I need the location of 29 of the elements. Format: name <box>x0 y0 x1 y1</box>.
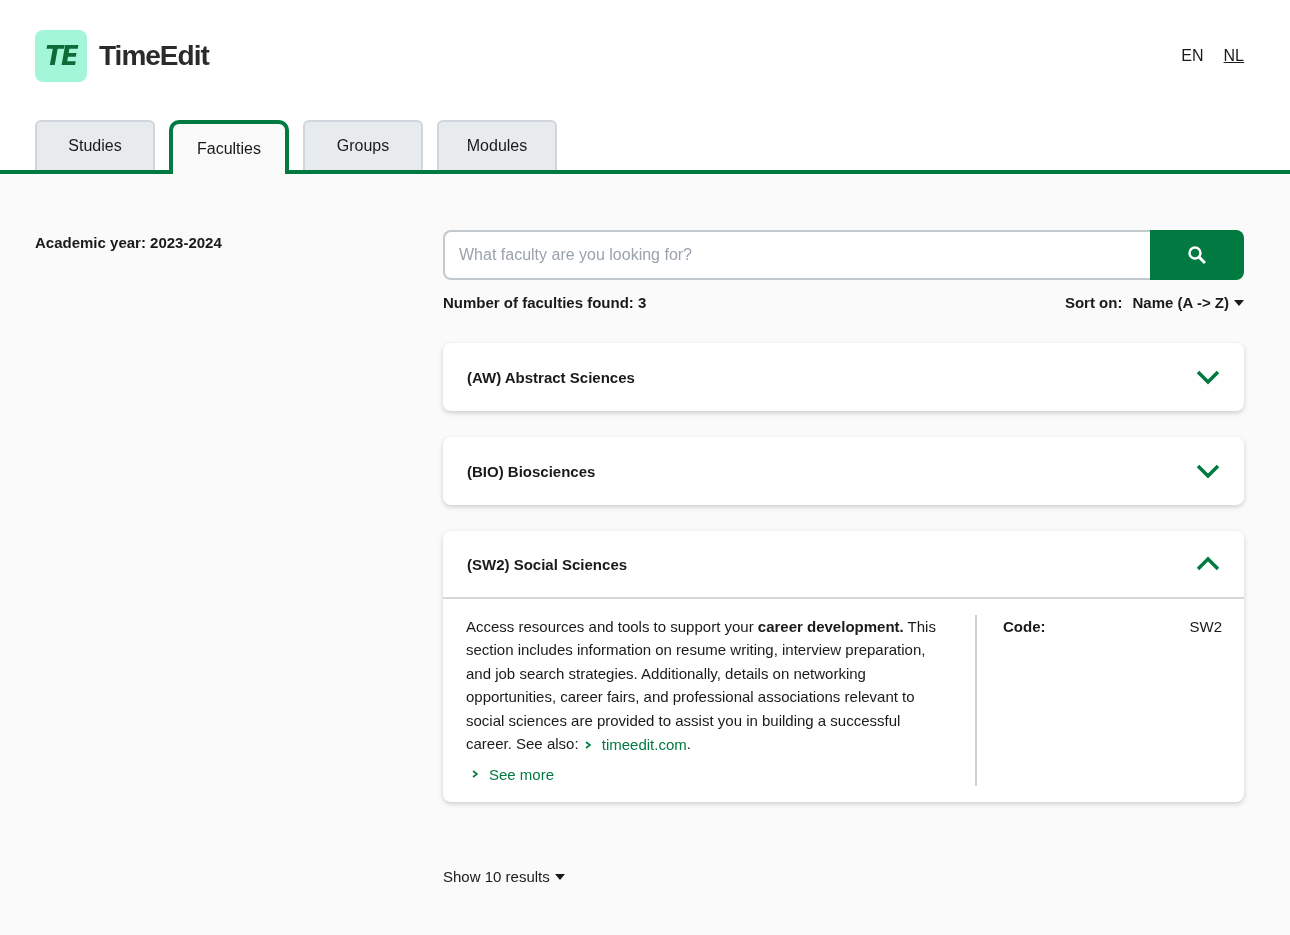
academic-year: Academic year: 2023-2024 <box>35 234 222 251</box>
chevron-icon[interactable] <box>1196 463 1220 479</box>
chevron-icon[interactable] <box>1196 556 1220 572</box>
faculty-description: Access resources and tools to support your career development. This section includes information on resume writing, interview preparation, and job search strategies. Additionally, details on networking opportunities, career fairs, and professional associations relevant to social sciences are provided to assist you in building a successful career. See also: timeedit.com. <box>466 615 949 757</box>
sort-label: Sort on: <box>1064 294 1123 311</box>
faculty-title: (AW) Abstract Sciences <box>467 368 635 386</box>
code-value: SW2 <box>1189 617 1222 637</box>
page-size-dropdown[interactable]: Show 10 results <box>443 868 565 886</box>
code-label: Code: <box>1003 617 1046 637</box>
chevron-icon[interactable] <box>1196 369 1220 385</box>
logo-text: TimeEdit <box>99 40 209 72</box>
faculty-title: (SW2) Social Sciences <box>467 555 628 573</box>
faculty-title: (BIO) Biosciences <box>467 462 596 480</box>
tab[interactable]: Faculties <box>169 120 289 174</box>
search-icon <box>1187 245 1207 265</box>
tab[interactable]: Groups <box>303 120 423 170</box>
language-link[interactable]: EN <box>1181 47 1204 65</box>
tab[interactable]: Modules <box>437 120 557 170</box>
results-count: Number of faculties found: 3 <box>443 294 647 311</box>
see-more-link[interactable]: See more <box>470 762 555 787</box>
sort-dropdown[interactable]: Name (A -> Z) <box>1132 294 1244 311</box>
logo-mark: TE <box>35 30 87 82</box>
caret-icon <box>554 873 565 880</box>
caret-icon <box>1234 299 1244 306</box>
tab[interactable]: Studies <box>35 120 155 170</box>
language-link[interactable]: NL <box>1223 47 1244 65</box>
website-link[interactable]: timeedit.com <box>582 733 687 757</box>
search-button[interactable] <box>1150 230 1244 280</box>
search-field[interactable]: What faculty are you looking for? <box>443 230 1150 280</box>
